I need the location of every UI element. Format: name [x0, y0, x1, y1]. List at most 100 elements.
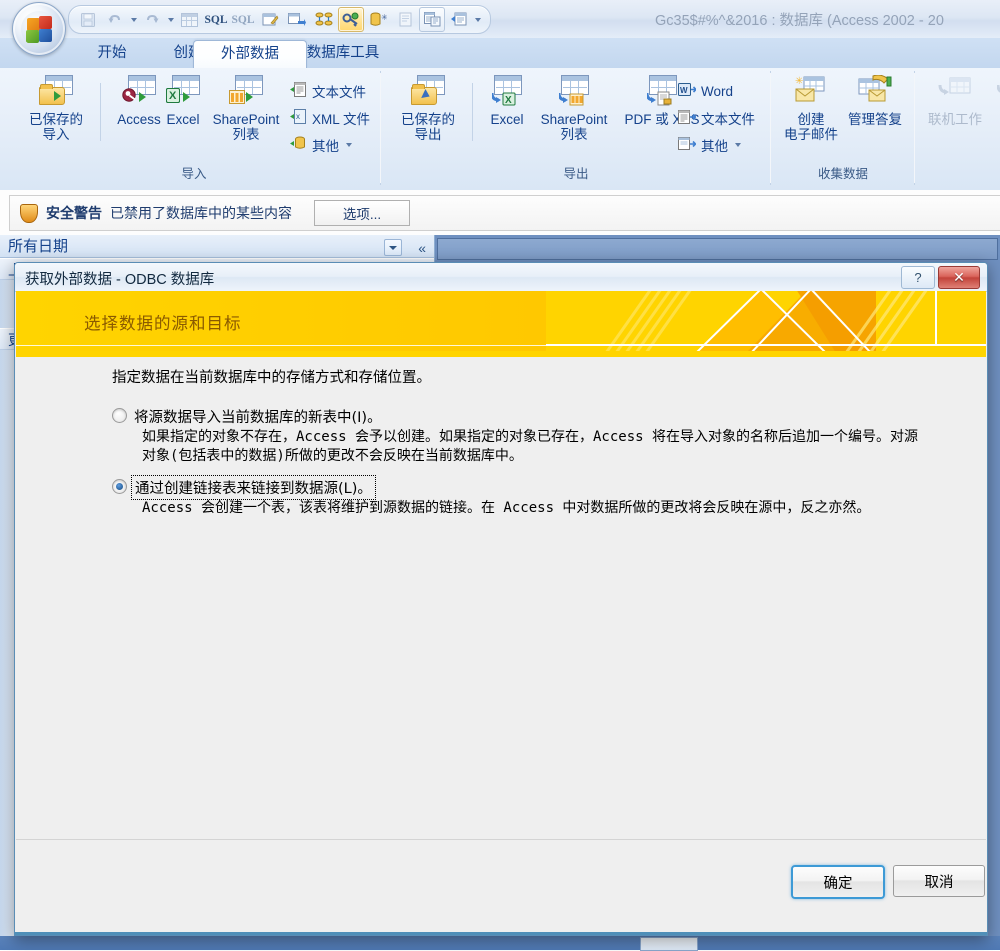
ribbon-group-import: 已保存的 导入 Access X Excel SharePoint 列表 文本文… — [8, 71, 381, 185]
shield-icon — [20, 203, 38, 223]
undo-dropdown-icon[interactable] — [129, 8, 138, 31]
option-import-new-table-description: 如果指定的对象不存在，Access 会予以创建。如果指定的对象已存在，Acces… — [142, 428, 987, 466]
svg-text:✳: ✳ — [795, 76, 803, 87]
dialog-footer: 确定 取消 — [16, 839, 986, 934]
saved-exports-label-2: 导出 — [414, 127, 442, 142]
export-sharepoint-label-2: 列表 — [560, 127, 588, 142]
security-warning-box: 安全警告 已禁用了数据库中的某些内容 选项... — [9, 195, 1000, 231]
cancel-button[interactable]: 取消 — [893, 865, 985, 897]
quick-access-toolbar[interactable]: SQL SQL ✳ — [68, 5, 491, 34]
create-email-icon: ✳ — [780, 75, 842, 108]
sql-view-icon[interactable]: SQL — [203, 7, 229, 32]
horizontal-scrollbar[interactable] — [640, 937, 698, 951]
status-bar — [0, 936, 1000, 950]
export-excel-label: Excel — [490, 112, 524, 127]
export-group-title: 导出 — [563, 167, 589, 181]
export-more-item[interactable]: 其他 — [678, 133, 741, 157]
tab-start[interactable]: 开始 — [70, 40, 154, 68]
saved-imports-icon — [16, 75, 96, 108]
save-icon[interactable] — [75, 7, 101, 32]
dialog-close-button[interactable]: ✕ — [938, 266, 980, 289]
redo-dropdown-icon[interactable] — [166, 8, 175, 31]
analyze-icon[interactable] — [446, 7, 472, 32]
primary-key-icon[interactable] — [338, 7, 364, 32]
create-email-label-1: 创建 — [797, 112, 825, 127]
redo-icon[interactable] — [139, 7, 165, 32]
dialog-help-button[interactable]: ? — [901, 266, 935, 289]
svg-text:X: X — [169, 90, 177, 102]
option-import-new-table-label: 将源数据导入当前数据库的新表中(I)。 — [134, 410, 382, 426]
work-online-button: 联机工作 — [924, 75, 986, 127]
security-options-button[interactable]: 选项... — [314, 200, 410, 226]
option-import-desc-line2: 对象(包括表中的数据)所做的更改不会反映在当前数据库中。 — [142, 448, 523, 464]
banner-decoration-icon — [546, 291, 986, 351]
datasheet-view-icon[interactable] — [176, 7, 202, 32]
saved-exports-label-1: 已保存的 — [401, 112, 455, 127]
office-logo-icon — [21, 11, 57, 47]
dialog-banner-heading: 选择数据的源和目标 — [84, 315, 242, 333]
nav-pane-collapse-icon[interactable]: « — [418, 237, 426, 260]
import-sharepoint-button[interactable]: SharePoint 列表 — [204, 75, 288, 142]
banner-rule — [16, 345, 986, 346]
more-icon — [678, 136, 697, 155]
nav-pane-stripe — [0, 258, 15, 945]
export-excel-button[interactable]: X Excel — [478, 75, 536, 127]
design-view-icon[interactable] — [257, 7, 283, 32]
word-icon: W — [678, 82, 698, 101]
import-text-file-item[interactable]: 文本文件 — [290, 79, 366, 103]
ribbon-group-sharepoint-lists: 联机工作 同 — [916, 71, 1000, 185]
export-text-file-item[interactable]: 文本文件 — [678, 106, 755, 130]
undo-icon[interactable] — [102, 7, 128, 32]
office-button[interactable] — [12, 2, 66, 56]
export-sharepoint-icon — [532, 75, 616, 108]
saved-exports-button[interactable]: 已保存的 导出 — [388, 75, 468, 142]
saved-imports-button[interactable]: 已保存的 导入 — [16, 75, 96, 142]
document-tab[interactable] — [437, 238, 998, 260]
ribbon-tabstrip: 开始 创建 外部数据 数据库工具 — [0, 38, 1000, 69]
nav-pane-header[interactable]: 所有日期 « — [0, 235, 434, 258]
text-file-icon — [290, 81, 307, 101]
radio-link-data-source[interactable] — [112, 479, 127, 494]
manage-replies-button[interactable]: 管理答复 — [842, 74, 908, 127]
sql-alt-icon[interactable]: SQL — [230, 7, 256, 32]
import-xml-file-label: XML 文件 — [312, 112, 371, 127]
dialog-titlebar: 获取外部数据 - ODBC 数据库 ? ✕ — [15, 263, 987, 292]
manage-replies-label: 管理答复 — [848, 112, 902, 127]
export-more-label: 其他 — [701, 139, 728, 154]
new-object-icon[interactable]: ✳ — [365, 7, 391, 32]
run-query-icon[interactable] — [284, 7, 310, 32]
dialog-bottom-accent — [15, 932, 987, 935]
object-dependencies-icon[interactable] — [419, 7, 445, 32]
import-sharepoint-label-1: SharePoint — [212, 112, 280, 127]
export-word-label: Word — [701, 83, 734, 99]
import-sharepoint-icon — [204, 75, 288, 108]
import-sharepoint-label-2: 列表 — [232, 127, 260, 142]
import-text-file-label: 文本文件 — [312, 85, 366, 100]
svg-text:X: X — [505, 95, 512, 106]
create-email-label-2: 电子邮件 — [784, 127, 838, 142]
import-xml-file-item[interactable]: x XML 文件 — [290, 106, 370, 130]
radio-import-new-table[interactable] — [112, 408, 127, 423]
text-file-icon — [678, 109, 697, 128]
ok-button[interactable]: 确定 — [791, 865, 885, 899]
saved-imports-label-2: 导入 — [42, 127, 70, 142]
properties-icon[interactable] — [392, 7, 418, 32]
import-more-item[interactable]: 其他 — [290, 133, 352, 157]
customize-qat-icon[interactable] — [473, 8, 482, 31]
nav-pane-dropdown-icon[interactable] — [384, 239, 402, 256]
create-email-button[interactable]: ✳ 创建 电子邮件 — [780, 75, 842, 142]
window-title: Gc35$#%^&2016 : 数据库 (Access 2002 - 20 — [655, 13, 944, 29]
nav-pane-header-label: 所有日期 — [8, 238, 69, 255]
export-word-item[interactable]: W Word — [678, 79, 733, 103]
option-link-data-source-label: 通过创建链接表来链接到数据源(L)。 — [131, 475, 376, 500]
export-sharepoint-button[interactable]: SharePoint 列表 — [532, 75, 616, 142]
export-excel-icon: X — [478, 75, 536, 108]
import-more-caret-icon[interactable] — [346, 143, 352, 147]
tab-database-tools[interactable]: 数据库工具 — [283, 40, 403, 68]
manage-replies-icon — [842, 74, 908, 108]
relationships-icon[interactable] — [311, 7, 337, 32]
export-more-caret-icon[interactable] — [735, 143, 741, 147]
option-link-data-source-description: Access 会创建一个表，该表将维护到源数据的链接。在 Access 中对数据… — [142, 500, 871, 516]
saved-imports-label-1: 已保存的 — [29, 112, 83, 127]
collect-data-group-title: 收集数据 — [817, 167, 868, 181]
